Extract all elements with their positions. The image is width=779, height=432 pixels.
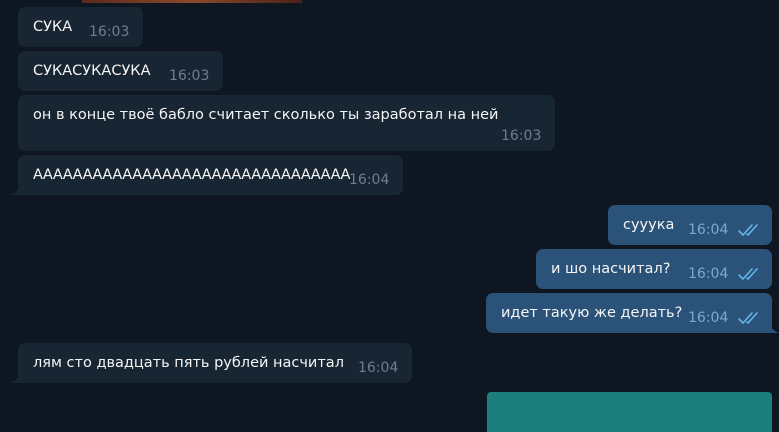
- message-text: идет такую же делать?: [501, 305, 683, 321]
- message-time: 16:04: [349, 172, 390, 188]
- message-bubble-incoming[interactable]: он в конце твоё бабло считает сколько ты…: [18, 95, 555, 151]
- message-time: 16:04: [358, 360, 399, 376]
- message-time: 16:04: [688, 266, 729, 282]
- bubble-tail: [769, 323, 779, 333]
- message-time: 16:03: [89, 24, 130, 40]
- message-bubble-outgoing[interactable]: сууука 16:04: [608, 205, 772, 245]
- message-text: лям сто двадцать пять рублей насчитал: [33, 355, 344, 371]
- double-check-icon: [738, 312, 758, 324]
- message-text: он в конце твоё бабло считает сколько ты…: [33, 107, 499, 123]
- message-text: АААААААААААААААААААААААААААААААА: [33, 167, 351, 183]
- message-bubble-outgoing[interactable]: и шо насчитал? 16:04: [536, 249, 772, 289]
- bubble-tail: [10, 185, 20, 195]
- message-time: 16:03: [169, 68, 210, 84]
- message-text: СУКА: [33, 19, 73, 35]
- message-text: СУКАСУКАСУКА: [33, 63, 151, 79]
- message-text: сууука: [623, 217, 675, 233]
- message-time: 16:03: [501, 128, 542, 144]
- message-time: 16:04: [688, 310, 729, 326]
- previous-media-edge: [82, 0, 302, 3]
- message-bubble-incoming[interactable]: лям сто двадцать пять рублей насчитал 16…: [18, 343, 412, 383]
- media-message-preview[interactable]: [487, 392, 772, 432]
- double-check-icon: [738, 268, 758, 280]
- message-time: 16:04: [688, 222, 729, 238]
- message-bubble-incoming[interactable]: СУКА 16:03: [18, 7, 143, 47]
- message-bubble-incoming[interactable]: СУКАСУКАСУКА 16:03: [18, 51, 223, 91]
- message-bubble-outgoing[interactable]: идет такую же делать? 16:04: [486, 293, 772, 333]
- double-check-icon: [738, 224, 758, 236]
- message-bubble-incoming[interactable]: АААААААААААААААААААААААААААААААА 16:04: [18, 155, 403, 195]
- message-text: и шо насчитал?: [551, 261, 671, 277]
- bubble-tail: [10, 373, 20, 383]
